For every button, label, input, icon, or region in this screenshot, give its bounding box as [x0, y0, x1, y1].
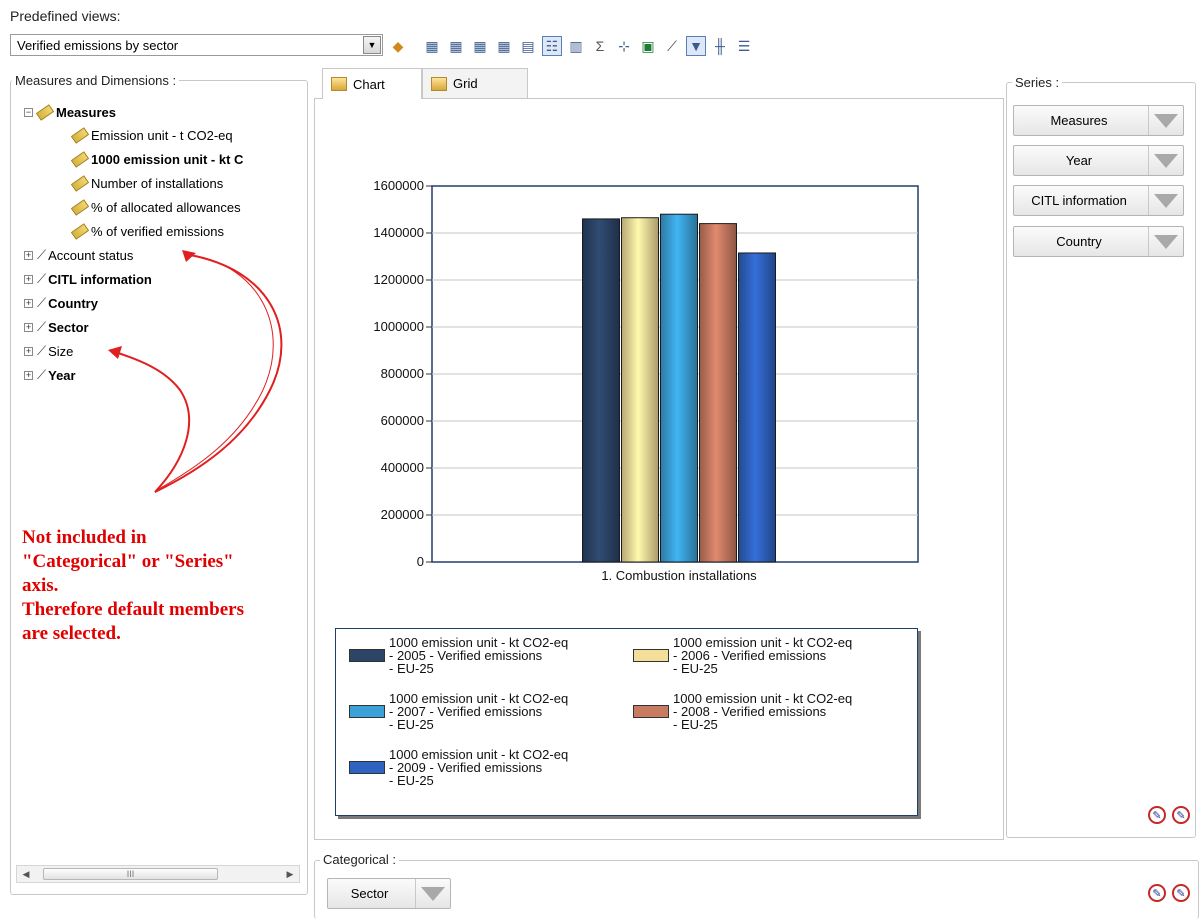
chart-wizard-icon[interactable]: ▥ — [566, 36, 586, 56]
tab-chart[interactable]: Chart — [322, 68, 422, 99]
bar-chart-icon[interactable]: ▦ — [422, 36, 442, 56]
sum-icon[interactable]: Σ — [590, 36, 610, 56]
bar — [699, 223, 737, 563]
series-button-label: CITL information — [1031, 193, 1127, 208]
legend-swatch — [633, 649, 669, 662]
toolbar: ◆ ▦ ▦ ▦ ▦ ▤ ☷ ▥ Σ ⊹ ▣ ⟋ ▼ ╫ ☰ — [388, 34, 754, 58]
line-axis-icon[interactable]: ⟋ — [662, 36, 682, 56]
scroll-left-icon[interactable]: ◀ — [17, 869, 35, 880]
series-button-country[interactable]: Country — [1013, 226, 1184, 257]
y-tick-label: 800000 — [381, 366, 424, 381]
legend-label: 1000 emission unit - kt CO2-eq - 2007 - … — [389, 691, 569, 732]
remove-filter-icon[interactable]: ✎ — [1172, 884, 1190, 902]
rows-icon[interactable]: ☰ — [734, 36, 754, 56]
series-button-citl[interactable]: CITL information — [1013, 185, 1184, 216]
remove-filter-icon[interactable]: ✎ — [1172, 806, 1190, 824]
series-title: Series : — [1012, 75, 1063, 90]
y-tick-label: 1600000 — [373, 178, 424, 193]
series-button-label: Year — [1065, 153, 1093, 168]
legend-item: 1000 emission unit - kt CO2-eq - 2005 - … — [349, 636, 568, 675]
cube-icon[interactable]: ◆ — [388, 36, 408, 56]
categorical-title: Categorical : — [320, 852, 399, 867]
legend-item: 1000 emission unit - kt CO2-eq - 2009 - … — [349, 748, 568, 787]
tab-grid-label: Grid — [453, 76, 478, 91]
filter-icon[interactable]: ▼ — [686, 36, 706, 56]
chevron-down-icon[interactable] — [1148, 106, 1183, 135]
annotation-line: are selected. — [22, 623, 121, 644]
grid-tab-icon — [431, 76, 447, 91]
annotation-line: "Categorical" or "Series" — [22, 551, 234, 572]
legend-swatch — [349, 761, 385, 774]
annotation-arrows — [108, 250, 283, 493]
categorical-clear-icons: ✎ ✎ — [1148, 884, 1190, 902]
bar-chart-icon[interactable]: ▦ — [446, 36, 466, 56]
series-button-year[interactable]: Year — [1013, 145, 1184, 176]
x-tick-label: 1. Combustion installations — [601, 568, 757, 583]
scroll-thumb[interactable]: III — [43, 868, 218, 880]
legend-swatch — [349, 649, 385, 662]
y-tick-label: 600000 — [381, 413, 424, 428]
bar — [738, 252, 776, 563]
legend-item: 1000 emission unit - kt CO2-eq - 2006 - … — [633, 636, 852, 675]
tab-grid[interactable]: Grid — [422, 68, 528, 98]
columns-icon[interactable]: ╫ — [710, 36, 730, 56]
excel-icon[interactable]: ▣ — [638, 36, 658, 56]
series-button-label: Measures — [1050, 113, 1108, 128]
categorical-button-sector[interactable]: Sector — [327, 878, 451, 909]
bar — [621, 217, 659, 563]
chart-tab-icon — [331, 77, 347, 91]
y-tick-label: 400000 — [381, 460, 424, 475]
categorical-button-label: Sector — [350, 886, 389, 901]
y-tick-label: 1000000 — [373, 319, 424, 334]
axis-icon[interactable]: ⊹ — [614, 36, 634, 56]
bar-chart-icon[interactable]: ▦ — [470, 36, 490, 56]
grid-icon[interactable]: ☷ — [542, 36, 562, 56]
chart-options-icon[interactable]: ▤ — [518, 36, 538, 56]
tab-chart-label: Chart — [353, 76, 385, 92]
chart-legend: 1000 emission unit - kt CO2-eq - 2005 - … — [335, 628, 918, 816]
annotation-note: Not included in "Categorical" or "Series… — [22, 526, 312, 646]
legend-swatch — [633, 705, 669, 718]
clear-filter-icon[interactable]: ✎ — [1148, 884, 1166, 902]
annotation-line: Therefore default members — [22, 599, 244, 620]
legend-item: 1000 emission unit - kt CO2-eq - 2008 - … — [633, 692, 852, 731]
chevron-down-icon[interactable] — [415, 879, 450, 908]
y-tick-label: 1400000 — [373, 225, 424, 240]
bar-chart-icon[interactable]: ▦ — [494, 36, 514, 56]
chevron-down-icon[interactable]: ▼ — [363, 36, 381, 54]
series-clear-icons: ✎ ✎ — [1148, 806, 1190, 824]
y-tick-label: 0 — [417, 554, 424, 569]
bar-chart: 0 200000 400000 600000 800000 1000000 1200000 1… — [373, 178, 919, 583]
legend-label: 1000 emission unit - kt CO2-eq - 2008 - … — [673, 691, 853, 732]
series-button-measures[interactable]: Measures — [1013, 105, 1184, 136]
chevron-down-icon[interactable] — [1148, 146, 1183, 175]
series-button-label: Country — [1056, 234, 1102, 249]
bar — [660, 213, 698, 563]
legend-swatch — [349, 705, 385, 718]
chevron-down-icon[interactable] — [1148, 186, 1183, 215]
legend-label: 1000 emission unit - kt CO2-eq - 2006 - … — [673, 635, 853, 676]
y-tick-label: 1200000 — [373, 272, 424, 287]
annotation-line: axis. — [22, 575, 59, 596]
y-tick-label: 200000 — [381, 507, 424, 522]
chevron-down-icon[interactable] — [1148, 227, 1183, 256]
horizontal-scrollbar[interactable]: ◀ III ▶ — [16, 865, 300, 883]
clear-filter-icon[interactable]: ✎ — [1148, 806, 1166, 824]
scroll-right-icon[interactable]: ▶ — [281, 869, 299, 880]
legend-label: 1000 emission unit - kt CO2-eq - 2009 - … — [389, 747, 569, 788]
legend-label: 1000 emission unit - kt CO2-eq - 2005 - … — [389, 635, 569, 676]
bar — [582, 218, 620, 563]
legend-item: 1000 emission unit - kt CO2-eq - 2007 - … — [349, 692, 568, 731]
annotation-line: Not included in — [22, 527, 147, 548]
